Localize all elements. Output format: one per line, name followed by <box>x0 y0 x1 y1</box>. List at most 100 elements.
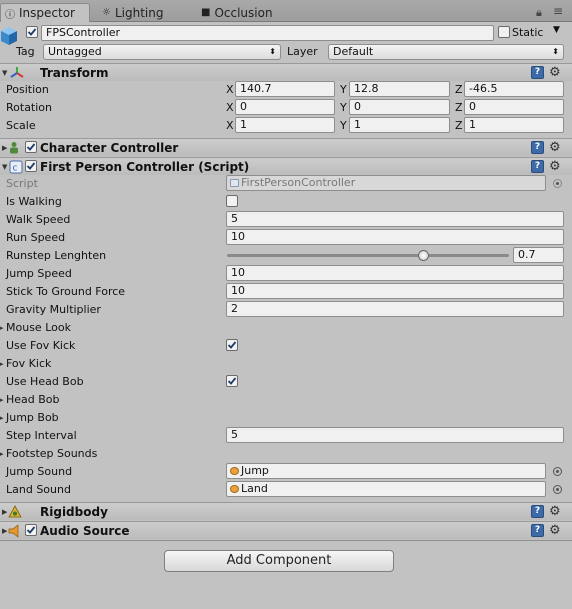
tag-dropdown[interactable]: Untagged ⬍ <box>43 44 281 60</box>
tab-inspector[interactable]: ⓘ Inspector <box>0 3 90 22</box>
rigidbody-icon <box>8 505 22 518</box>
land-sound-label: Land Sound <box>6 483 71 496</box>
character-controller-title: Character Controller <box>40 141 179 155</box>
foldout-arrow-icon[interactable]: ▶ <box>2 508 7 516</box>
static-checkbox[interactable] <box>498 26 510 38</box>
tab-lighting[interactable]: ☼ Lighting <box>98 3 188 22</box>
object-picker-icon <box>553 179 562 188</box>
axis-x-label: X <box>226 83 234 96</box>
object-picker-icon[interactable] <box>553 485 562 494</box>
scale-y-input[interactable]: 1 <box>349 117 450 133</box>
rigidbody-title: Rigidbody <box>40 505 108 519</box>
layer-value: Default <box>333 45 374 58</box>
help-icon[interactable]: ? <box>531 160 544 173</box>
help-icon[interactable]: ? <box>531 524 544 537</box>
layer-dropdown[interactable]: Default ⬍ <box>328 44 564 60</box>
rotation-x-input[interactable]: 0 <box>235 99 335 115</box>
add-component-button[interactable]: Add Component <box>164 550 394 572</box>
runstep-input[interactable]: 0.7 <box>513 247 564 263</box>
gear-icon[interactable]: ⚙ <box>549 141 561 154</box>
axis-y-label: Y <box>340 101 347 114</box>
script-label: Script <box>6 177 38 190</box>
audio-source-enabled-checkbox[interactable] <box>25 524 37 536</box>
position-x-input[interactable]: 140.7 <box>235 81 335 97</box>
rotation-y-input[interactable]: 0 <box>349 99 450 115</box>
jump-sound-value: Jump <box>241 464 269 477</box>
script-field: FirstPersonController <box>226 175 546 191</box>
static-dropdown-arrow-icon[interactable]: ▼ <box>553 25 560 35</box>
audio-source-header[interactable]: ▶ Audio Source ? ⚙ <box>0 521 572 539</box>
jump-speed-input[interactable]: 10 <box>226 265 564 281</box>
axis-x-label: X <box>226 101 234 114</box>
script-file-icon <box>230 179 239 187</box>
rotation-label: Rotation <box>6 101 53 114</box>
land-sound-field[interactable]: Land <box>226 481 546 497</box>
help-icon[interactable]: ? <box>531 141 544 154</box>
step-interval-input[interactable]: 5 <box>226 427 564 443</box>
gear-icon[interactable]: ⚙ <box>549 524 561 537</box>
rigidbody-header[interactable]: ▶ Rigidbody ? ⚙ <box>0 502 572 520</box>
axis-z-label: Z <box>455 83 463 96</box>
foldout-arrow-icon[interactable]: ▶ <box>2 527 7 535</box>
runstep-slider-track[interactable] <box>227 254 509 257</box>
fov-kick-foldout[interactable]: Fov Kick <box>6 357 51 370</box>
help-icon[interactable]: ? <box>531 505 544 518</box>
foldout-arrow-icon[interactable]: ▸ <box>0 450 4 458</box>
speaker-icon <box>8 524 19 538</box>
tab-occlusion[interactable]: ■ Occlusion <box>197 3 307 22</box>
character-controller-icon <box>10 142 18 154</box>
foldout-arrow-icon[interactable]: ▼ <box>2 163 7 171</box>
foldout-arrow-icon[interactable]: ▼ <box>2 69 7 77</box>
dropdown-arrow-icon: ⬍ <box>269 47 276 56</box>
transform-header[interactable]: ▼ Transform ? ⚙ <box>0 63 572 81</box>
position-z-input[interactable]: -46.5 <box>464 81 564 97</box>
use-head-bob-checkbox[interactable] <box>226 375 238 387</box>
mouse-look-foldout[interactable]: Mouse Look <box>6 321 71 334</box>
stick-to-ground-input[interactable]: 10 <box>226 283 564 299</box>
foldout-arrow-icon[interactable]: ▸ <box>0 360 4 368</box>
object-picker-icon[interactable] <box>553 467 562 476</box>
character-controller-enabled-checkbox[interactable] <box>25 141 37 153</box>
tab-menu-icon[interactable]: ≡ <box>553 4 563 18</box>
dropdown-arrow-icon: ⬍ <box>552 47 559 56</box>
axis-y-label: Y <box>340 83 347 96</box>
fps-controller-header[interactable]: ▼ c First Person Controller (Script) ? ⚙ <box>0 157 572 175</box>
tag-value: Untagged <box>48 45 102 58</box>
lock-icon[interactable]: 🔒︎ <box>536 6 542 20</box>
help-icon[interactable]: ? <box>531 66 544 79</box>
gear-icon[interactable]: ⚙ <box>549 66 561 79</box>
gravity-multiplier-input[interactable]: 2 <box>226 301 564 317</box>
position-label: Position <box>6 83 49 96</box>
head-bob-foldout[interactable]: Head Bob <box>6 393 60 406</box>
fps-controller-enabled-checkbox[interactable] <box>25 160 37 172</box>
run-speed-input[interactable]: 10 <box>226 229 564 245</box>
land-sound-value: Land <box>241 482 268 495</box>
jump-bob-foldout[interactable]: Jump Bob <box>6 411 59 424</box>
foldout-arrow-icon[interactable]: ▸ <box>0 324 4 332</box>
runstep-slider-handle[interactable] <box>418 250 430 261</box>
foldout-arrow-icon[interactable]: ▸ <box>0 396 4 404</box>
gear-icon[interactable]: ⚙ <box>549 160 561 173</box>
scale-z-input[interactable]: 1 <box>464 117 564 133</box>
script-icon: c <box>9 160 23 174</box>
scale-x-input[interactable]: 1 <box>235 117 335 133</box>
footstep-sounds-foldout[interactable]: Footstep Sounds <box>6 447 97 460</box>
character-controller-header[interactable]: ▶ Character Controller ? ⚙ <box>0 138 572 156</box>
foldout-arrow-icon[interactable]: ▸ <box>0 414 4 422</box>
gear-icon[interactable]: ⚙ <box>549 505 561 518</box>
tab-label: Lighting <box>114 5 164 20</box>
position-y-input[interactable]: 12.8 <box>349 81 450 97</box>
use-fov-kick-label: Use Fov Kick <box>6 339 76 352</box>
active-checkbox[interactable] <box>26 26 38 38</box>
object-name-input[interactable]: FPSController <box>41 25 494 41</box>
jump-sound-field[interactable]: Jump <box>226 463 546 479</box>
walk-speed-input[interactable]: 5 <box>226 211 564 227</box>
is-walking-checkbox[interactable] <box>226 195 238 207</box>
scale-label: Scale <box>6 119 36 132</box>
tab-bar: ⓘ Inspector ☼ Lighting ■ Occlusion 🔒︎ ≡ <box>0 0 572 22</box>
use-fov-kick-checkbox[interactable] <box>226 339 238 351</box>
fps-controller-title: First Person Controller (Script) <box>40 160 250 174</box>
axis-y-label: Y <box>340 119 347 132</box>
rotation-z-input[interactable]: 0 <box>464 99 564 115</box>
axis-z-label: Z <box>455 101 463 114</box>
